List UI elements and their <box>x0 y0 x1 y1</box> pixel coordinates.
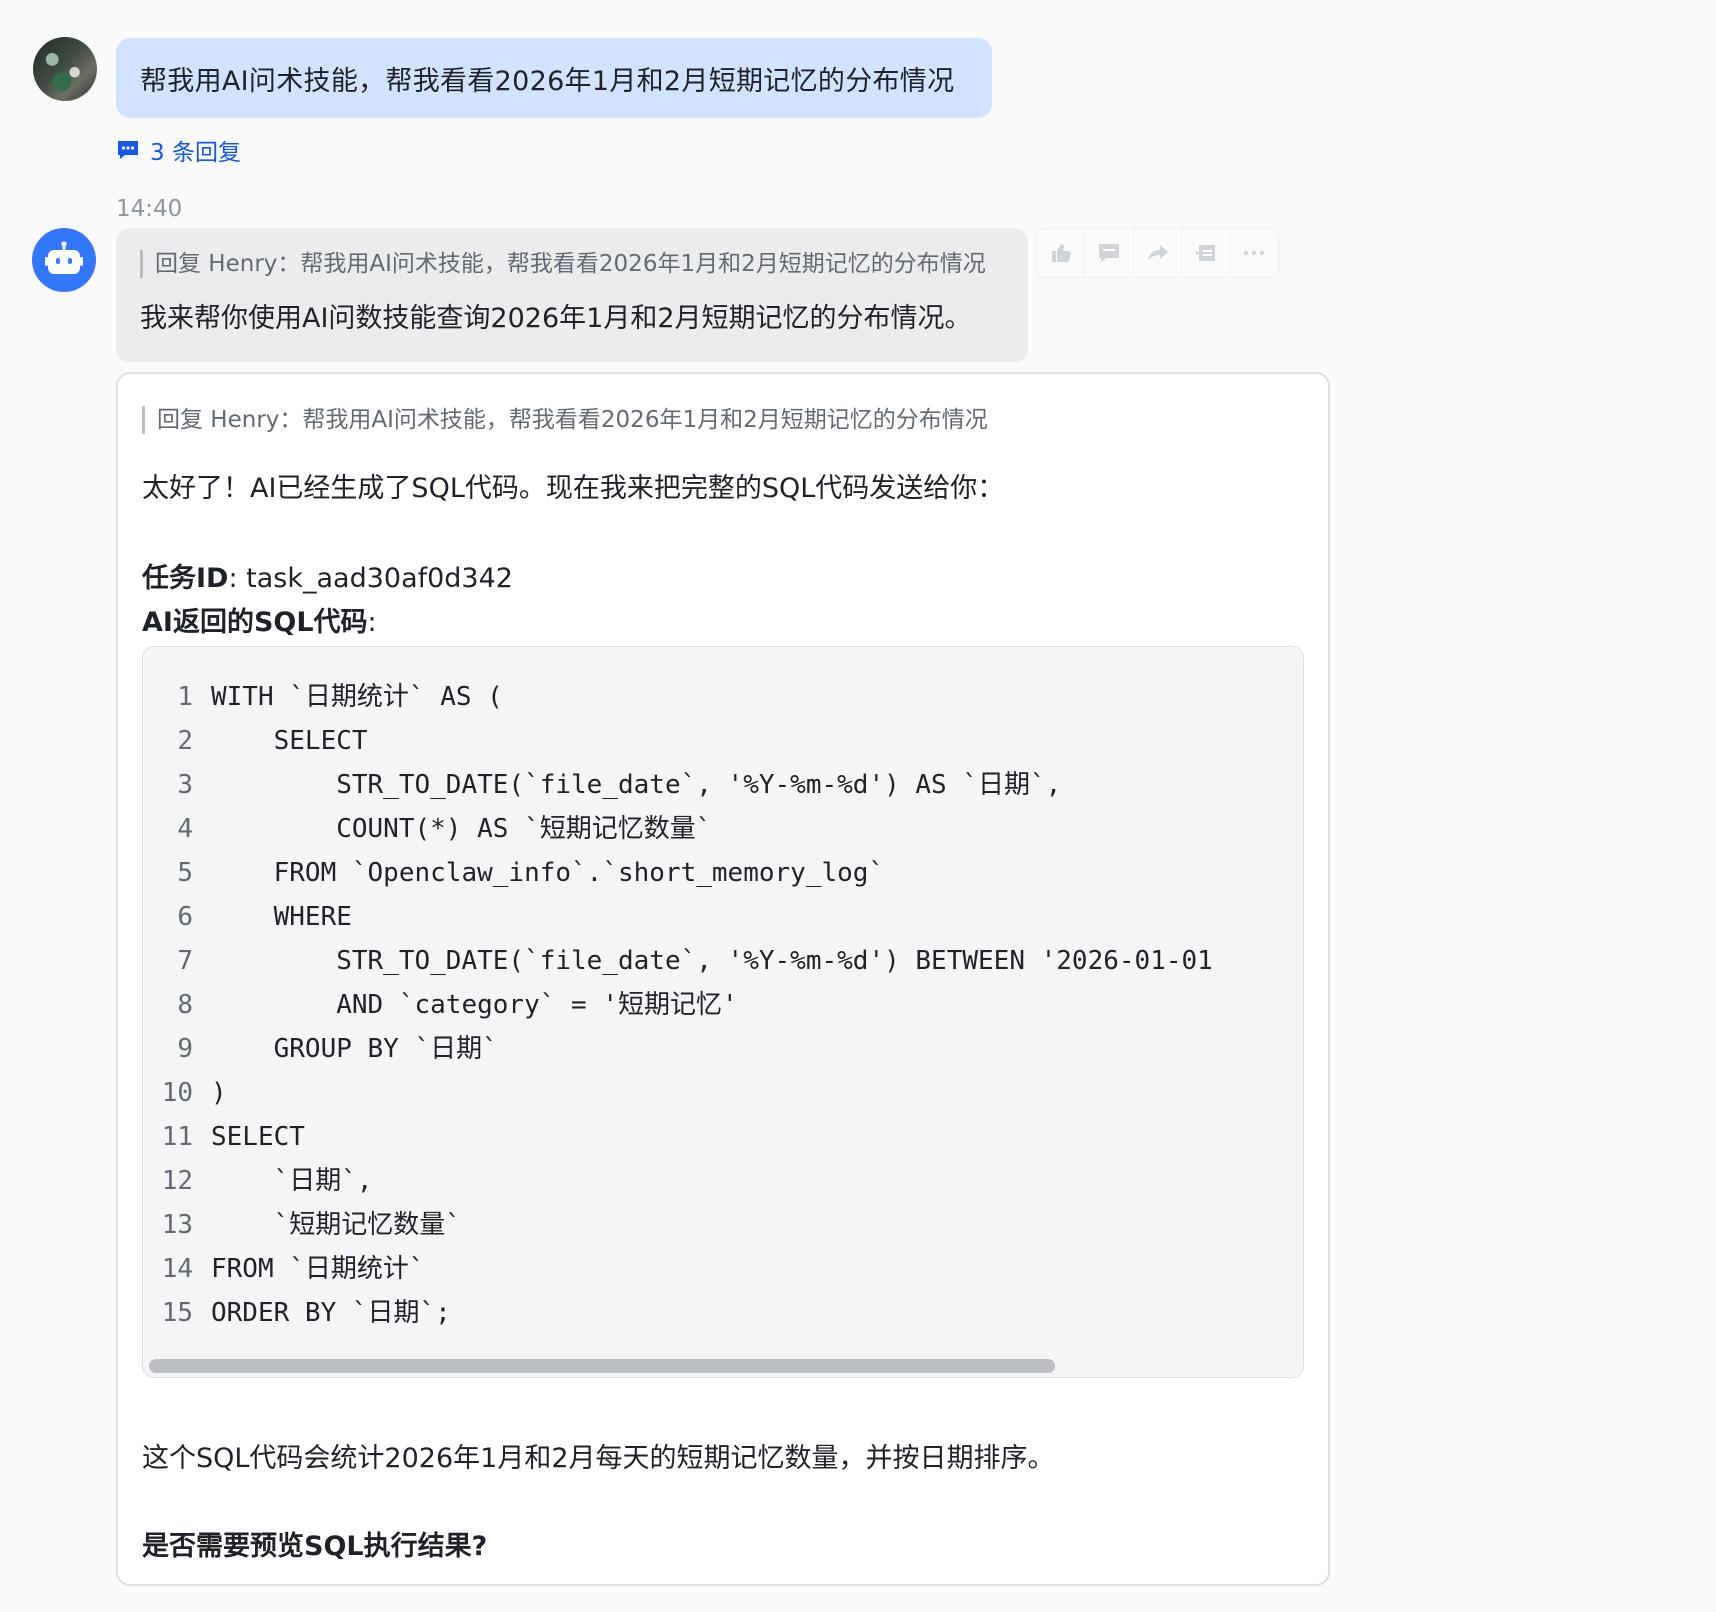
preview-question: 是否需要预览SQL执行结果? <box>142 1531 488 1562</box>
code-line: 12 `日期`, <box>143 1159 1213 1203</box>
line-number: 15 <box>161 1298 193 1328</box>
sql-label-colon: : <box>367 607 377 638</box>
user-message-text: 帮我用AI问术技能，帮我看看2026年1月和2月短期记忆的分布情况 <box>140 65 955 97</box>
code-text: FROM `Openclaw_info`.`short_memory_log` <box>211 858 885 888</box>
line-number: 8 <box>177 990 193 1020</box>
line-number: 3 <box>177 770 193 800</box>
code-line: 3 STR_TO_DATE(`file_date`, '%Y-%m-%d') A… <box>143 763 1213 807</box>
replies-count: 3 条回复 <box>150 140 241 166</box>
code-text: COUNT(*) AS `短期记忆数量` <box>211 814 712 844</box>
code-line: 10) <box>143 1071 1213 1115</box>
card-reply-quote[interactable]: 回复 Henry：帮我用AI问术技能，帮我看看2026年1月和2月短期记忆的分布… <box>142 406 988 434</box>
code-text: STR_TO_DATE(`file_date`, '%Y-%m-%d') BET… <box>211 946 1213 976</box>
line-number: 13 <box>161 1210 193 1240</box>
sql-label-line: AI返回的SQL代码: <box>142 600 377 639</box>
code-text: WHERE <box>211 902 352 932</box>
code-line: 9 GROUP BY `日期` <box>143 1027 1213 1071</box>
line-number: 10 <box>161 1078 193 1108</box>
code-horizontal-scrollbar[interactable] <box>149 1359 1297 1373</box>
line-number: 14 <box>161 1254 193 1284</box>
code-text: STR_TO_DATE(`file_date`, '%Y-%m-%d') AS … <box>211 770 1062 800</box>
code-line: 14 FROM `日期统计` <box>143 1247 1213 1291</box>
line-number: 1 <box>177 682 193 712</box>
message-timestamp: 14:40 <box>116 196 183 222</box>
thread-replies-link[interactable]: 3 条回复 <box>116 132 241 168</box>
code-line: 15 ORDER BY `日期`; <box>143 1291 1213 1335</box>
user-message-bubble: 帮我用AI问术技能，帮我看看2026年1月和2月短期记忆的分布情况 <box>116 38 992 118</box>
code-scrollbar-thumb[interactable] <box>149 1359 1055 1373</box>
code-text: WITH `日期统计` AS ( <box>211 682 503 712</box>
code-text: `日期`, <box>211 1166 373 1196</box>
line-number: 5 <box>177 858 193 888</box>
code-line: 4 COUNT(*) AS `短期记忆数量` <box>143 807 1213 851</box>
code-text: ) <box>211 1078 227 1108</box>
code-line: 1 WITH `日期统计` AS ( <box>143 675 1213 719</box>
sql-summary-text: 这个SQL代码会统计2026年1月和2月每天的短期记忆数量，并按日期排序。 <box>142 1443 1055 1474</box>
code-line: 13 `短期记忆数量` <box>143 1203 1213 1247</box>
quote-icon[interactable] <box>1182 229 1231 277</box>
card-intro-text: 太好了！AI已经生成了SQL代码。现在我来把完整的SQL代码发送给你： <box>142 473 1005 504</box>
task-id-label: 任务ID <box>142 563 229 594</box>
code-lines: 1 WITH `日期统计` AS (2 SELECT 3 STR_TO_DATE(`… <box>143 675 1213 1335</box>
user-avatar[interactable] <box>33 37 97 101</box>
line-number: 11 <box>161 1122 193 1152</box>
bot-avatar[interactable] <box>32 228 96 292</box>
code-line: 6 WHERE <box>143 895 1213 939</box>
code-text: GROUP BY `日期` <box>211 1034 498 1064</box>
line-number: 4 <box>177 814 193 844</box>
message-action-toolbar <box>1036 228 1279 278</box>
code-text: SELECT <box>211 1122 305 1152</box>
comment-icon[interactable] <box>1085 229 1134 277</box>
code-line: 7 STR_TO_DATE(`file_date`, '%Y-%m-%d') B… <box>143 939 1213 983</box>
reply-quote[interactable]: 回复 Henry：帮我用AI问术技能，帮我看看2026年1月和2月短期记忆的分布… <box>140 250 1004 278</box>
code-line: 2 SELECT <box>143 719 1213 763</box>
bot-reply-bubble: 回复 Henry：帮我用AI问术技能，帮我看看2026年1月和2月短期记忆的分布… <box>116 228 1028 362</box>
code-text: FROM `日期统计` <box>211 1254 425 1284</box>
task-id-value: : task_aad30af0d342 <box>228 563 513 594</box>
sql-code-block[interactable]: 1 WITH `日期统计` AS (2 SELECT 3 STR_TO_DATE(`… <box>142 646 1304 1378</box>
bot-message-card: 回复 Henry：帮我用AI问术技能，帮我看看2026年1月和2月短期记忆的分布… <box>116 372 1330 1586</box>
code-text: ORDER BY `日期`; <box>211 1298 451 1328</box>
line-number: 6 <box>177 902 193 932</box>
task-id-line: 任务ID: task_aad30af0d342 <box>142 556 513 595</box>
code-text: AND `category` = '短期记忆' <box>211 990 738 1020</box>
line-number: 12 <box>161 1166 193 1196</box>
robot-icon <box>45 241 83 274</box>
code-text: `短期记忆数量` <box>211 1210 461 1240</box>
code-text: SELECT <box>211 726 368 756</box>
reply-thread-icon <box>118 141 138 159</box>
code-line: 11 SELECT <box>143 1115 1213 1159</box>
line-number: 9 <box>177 1034 193 1064</box>
bot-reply-text: 我来帮你使用AI问数技能查询2026年1月和2月短期记忆的分布情况。 <box>140 303 972 334</box>
thumbs-up-icon[interactable] <box>1037 229 1086 277</box>
more-icon[interactable] <box>1231 229 1278 277</box>
line-number: 7 <box>177 946 193 976</box>
code-line: 5 FROM `Openclaw_info`.`short_memory_log… <box>143 851 1213 895</box>
line-number: 2 <box>177 726 193 756</box>
code-line: 8 AND `category` = '短期记忆' <box>143 983 1213 1027</box>
forward-icon[interactable] <box>1134 229 1183 277</box>
sql-label: AI返回的SQL代码 <box>142 607 368 638</box>
